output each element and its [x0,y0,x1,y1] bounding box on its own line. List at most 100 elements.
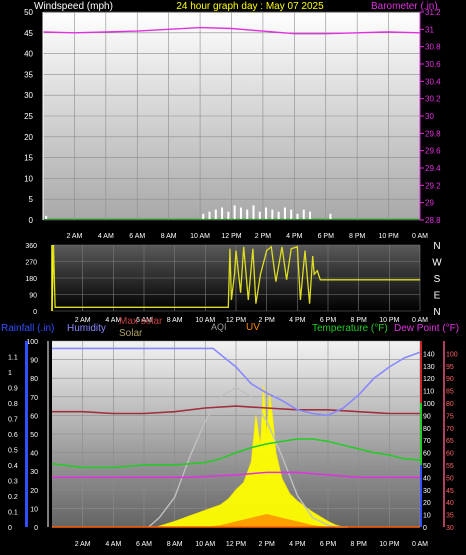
direction-tick-label: 180 [25,276,37,283]
x-tick-label: 2 PM [255,233,272,240]
x-tick-label: 4 PM [289,317,306,324]
windspeed-tick-label: 10 [24,174,33,183]
temperature-tick-label: 100 [423,401,435,408]
x-tick-label: 2 PM [258,541,275,548]
windspeed-tick-label: 5 [29,195,34,204]
dew-point-tick-label: 50 [446,475,454,482]
temperature-tick-label: 20 [423,500,431,507]
x-tick-label: 10 PM [378,233,398,240]
temperature-tick-label: 70 [423,438,431,445]
x-tick-label: 12 PM [226,317,246,324]
dew-point-tick-label: 60 [446,451,454,458]
direction-tick-label: 90 [29,293,37,300]
windspeed-tick-label: 30 [24,91,33,100]
barometer-tick-label: 30.2 [425,95,441,104]
x-tick-label: 2 AM [75,541,91,548]
humidity-tick-label: 10 [30,506,38,513]
x-tick-label: 4 PM [289,541,306,548]
x-tick-label: 10 PM [379,541,399,548]
rainfall-tick-label: 0.6 [8,432,18,439]
legend-dew-point: Dew Point (°F) [394,323,459,334]
dew-point-tick-label: 45 [446,488,454,495]
dew-point-tick-label: 65 [446,438,454,445]
weather-graph: Windspeed (mph) 24 hour graph day : May … [1,1,459,548]
x-tick-label: 2 PM [258,317,275,324]
temperature-tick-label: 0 [423,525,427,532]
temperature-tick-label: 120 [423,376,435,383]
x-tick-label: 0 AM [412,541,428,548]
humidity-tick-label: 40 [30,451,38,458]
temperature-tick-label: 80 [423,426,431,433]
barometer-tick-label: 29.6 [425,147,441,156]
x-tick-label: 12 PM [221,233,241,240]
barometer-tick-label: 29.8 [425,129,441,138]
rainfall-tick-label: 0.3 [8,479,18,486]
dew-point-tick-label: 70 [446,426,454,433]
windspeed-tick-label: 15 [24,154,33,163]
legend-humidity: Humidity [67,323,106,334]
compass-label: N [433,307,440,318]
dew-point-tick-label: 95 [446,364,454,371]
x-tick-label: 8 PM [350,541,367,548]
legend-temperature: Temperature (°F) [312,323,388,334]
barometer-tick-label: 30.8 [425,43,441,52]
x-tick-label: 8 PM [349,233,366,240]
x-tick-label: 2 AM [66,233,82,240]
humidity-tick-label: 50 [30,432,38,439]
dew-point-tick-label: 100 [446,351,458,358]
x-tick-label: 8 AM [167,317,183,324]
rainfall-tick-label: 0.8 [8,401,18,408]
rainfall-tick-label: 1 [8,370,12,377]
temperature-tick-label: 130 [423,364,435,371]
humidity-tick-label: 60 [30,413,38,420]
x-tick-label: 6 PM [320,541,337,548]
humidity-tick-label: 30 [30,469,38,476]
direction-tick-label: 270 [25,260,37,267]
windspeed-tick-label: 45 [24,29,33,38]
temperature-tick-label: 40 [423,475,431,482]
x-tick-label: 8 AM [161,233,177,240]
x-tick-label: 4 AM [105,541,121,548]
legend-solar: Solar [119,328,143,339]
temperature-tick-label: 30 [423,488,431,495]
x-tick-label: 8 AM [167,541,183,548]
humidity-tick-label: 0 [34,525,38,532]
temperature-tick-label: 110 [423,389,434,396]
x-tick-label: 12 PM [226,541,246,548]
dew-point-axis-bar [443,341,445,527]
windspeed-tick-label: 25 [24,112,33,121]
direction-tick-label: 0 [33,309,37,316]
temperature-axis-cold [420,465,422,527]
rainfall-tick-label: 0.9 [8,386,18,393]
humidity-tick-label: 80 [30,376,38,383]
temperature-axis-hot [420,341,422,403]
x-tick-label: 6 PM [318,233,335,240]
compass-label: S [434,274,441,285]
legend-rainfall: Rainfall (.in) [1,323,54,334]
barometer-tick-label: 28.8 [425,216,441,225]
temperature-tick-label: 10 [423,513,431,520]
rainfall-tick-label: 1.1 [8,355,18,362]
windspeed-tick-label: 40 [24,50,33,59]
humidity-tick-label: 70 [30,395,38,402]
chart-title: 24 hour graph day : May 07 2025 [176,1,324,12]
compass-label: N [433,241,440,252]
dew-point-tick-label: 85 [446,389,454,396]
legend-uv: UV [246,322,260,333]
humidity-tick-label: 90 [30,358,38,365]
barometer-tick-label: 29.4 [425,164,441,173]
dew-point-tick-label: 75 [446,413,454,420]
temperature-axis-mild [420,403,422,465]
barometer-tick-label: 31.2 [425,8,441,17]
humidity-tick-label: 20 [30,488,38,495]
rainfall-tick-label: 0 [8,525,12,532]
rainfall-tick-label: 0.2 [8,494,18,501]
dew-point-tick-label: 35 [446,513,454,520]
dew-point-tick-label: 55 [446,463,454,470]
temperature-tick-label: 140 [423,351,435,358]
x-tick-label: 4 PM [286,233,303,240]
compass-label: W [432,258,442,269]
rainfall-tick-label: 0.1 [8,510,18,517]
dew-point-tick-label: 80 [446,401,454,408]
barometer-tick-label: 30 [425,112,434,121]
